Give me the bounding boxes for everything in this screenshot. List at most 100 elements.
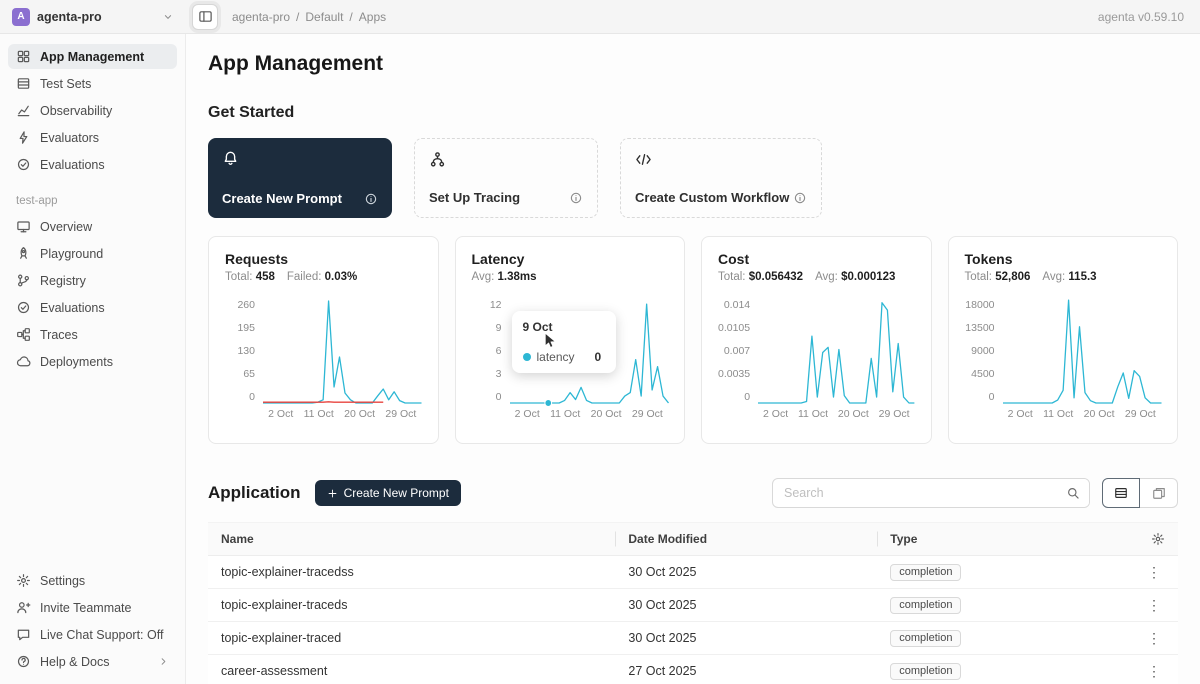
squares-four-icon [16, 49, 31, 64]
kebab-menu-icon[interactable]: ⋮ [1143, 663, 1165, 680]
get-started-card-create-new-prompt[interactable]: Create New Prompt [208, 138, 392, 218]
cost-line-chart [758, 299, 914, 403]
breadcrumb-separator: / [296, 10, 299, 24]
sidebar-app-nav: Overview PlaygroundRegistryEvaluations Tra… [8, 214, 177, 376]
chart-line-icon [16, 103, 31, 118]
workspace-switcher[interactable]: A agenta-pro [0, 0, 186, 33]
app-date-modified: 30 Oct 2025 [615, 631, 877, 645]
sidebar-item-evaluators[interactable]: Evaluators [8, 125, 177, 150]
sidebar-item-label: Overview [40, 220, 92, 234]
sidebar-toggle-button[interactable] [192, 4, 218, 30]
table-row[interactable]: topic-explainer-traced30 Oct 2025complet… [208, 622, 1178, 655]
series-dot-icon [523, 353, 531, 361]
breadcrumb-page[interactable]: Apps [359, 10, 386, 24]
column-header-date-modified[interactable]: Date Modified [615, 532, 877, 546]
sidebar-item-invite-teammate[interactable]: Invite Teammate [8, 595, 177, 620]
search-input[interactable] [773, 479, 1057, 507]
table-row[interactable]: topic-explainer-tracedss30 Oct 2025compl… [208, 556, 1178, 589]
code-icon [635, 151, 807, 168]
sidebar-item-overview[interactable]: Overview [8, 214, 177, 239]
metric-stat: Total: 458 [225, 271, 275, 283]
desktop-icon [16, 219, 31, 234]
sidebar-item-playground[interactable]: Playground [8, 241, 177, 266]
metric-card-tokens: TokensTotal: 52,806Avg: 115.304500900013… [948, 236, 1179, 444]
kebab-menu-icon[interactable]: ⋮ [1143, 564, 1165, 581]
sidebar-item-label: Traces [40, 328, 78, 342]
y-axis-labels: 00.00350.0070.01050.014 [718, 299, 750, 403]
table-rows-icon [16, 76, 31, 91]
y-axis-labels: 0450090001350018000 [965, 299, 995, 403]
sidebar-item-help-docs[interactable]: Help & Docs [8, 649, 177, 674]
metric-title: Requests [225, 251, 422, 267]
info-icon[interactable] [569, 191, 583, 205]
x-axis-labels: 2 Oct11 Oct20 Oct29 Oct [1003, 408, 1162, 420]
sidebar-item-app-management[interactable]: App Management [8, 44, 177, 69]
tracing-icon [429, 151, 583, 168]
badge-check-icon [16, 300, 31, 315]
breadcrumb-workspace[interactable]: agenta-pro [232, 10, 290, 24]
get-started-card-set-up-tracing[interactable]: Set Up Tracing [414, 138, 598, 218]
create-new-prompt-button[interactable]: Create New Prompt [315, 480, 461, 506]
user-plus-icon [16, 600, 31, 615]
kebab-menu-icon[interactable]: ⋮ [1143, 597, 1165, 614]
get-started-card-label: Create Custom Workflow [635, 190, 789, 205]
table-row[interactable]: topic-explainer-traceds30 Oct 2025comple… [208, 589, 1178, 622]
search-button[interactable] [1057, 479, 1089, 507]
get-started-card-label: Set Up Tracing [429, 190, 520, 205]
info-icon[interactable] [364, 192, 378, 206]
column-header-name[interactable]: Name [208, 532, 615, 546]
metric-card-latency: LatencyAvg: 1.38ms0369122 Oct11 Oct20 Oc… [455, 236, 686, 444]
sidebar-footer-nav: Settings Invite Teammate Live Chat Support… [8, 568, 177, 676]
get-started-card-label: Create New Prompt [222, 191, 342, 206]
table-header: Name Date Modified Type [208, 522, 1178, 556]
column-header-type[interactable]: Type [877, 532, 1120, 546]
sidebar-item-live-chat-support-off[interactable]: Live Chat Support: Off [8, 622, 177, 647]
sidebar-item-registry[interactable]: Registry [8, 268, 177, 293]
sidebar-item-deployments[interactable]: Deployments [8, 349, 177, 374]
cards-view-icon [1152, 486, 1166, 500]
git-branch-icon [16, 273, 31, 288]
search-box [772, 478, 1090, 508]
y-axis-labels: 036912 [472, 299, 502, 403]
apps-table: Name Date Modified Type topic-explainer-… [208, 522, 1178, 684]
card-view-button[interactable] [1140, 478, 1178, 508]
app-name: topic-explainer-traceds [208, 598, 615, 612]
breadcrumb: agenta-pro / Default / Apps [232, 10, 386, 24]
get-started-cards: Create New Prompt Set Up Tracing Create Cu… [208, 138, 1178, 218]
sidebar-item-observability[interactable]: Observability [8, 98, 177, 123]
type-badge: completion [890, 663, 961, 680]
plus-icon [327, 488, 338, 499]
sidebar-item-label: Help & Docs [40, 655, 109, 669]
sidebar-item-settings[interactable]: Settings [8, 568, 177, 593]
sidebar-item-evaluations[interactable]: Evaluations [8, 295, 177, 320]
chevron-down-icon [162, 11, 174, 23]
table-settings-gear-icon[interactable] [1151, 532, 1165, 546]
app-root: A agenta-pro agenta-pro / Default / Apps… [0, 0, 1200, 684]
metric-title: Tokens [965, 251, 1162, 267]
rocket-icon [16, 246, 31, 261]
sidebar-item-label: Observability [40, 104, 112, 118]
gear-icon [16, 573, 31, 588]
table-view-button[interactable] [1102, 478, 1140, 508]
cloud-icon [16, 354, 31, 369]
sidebar-item-label: App Management [40, 50, 144, 64]
breadcrumb-separator: / [349, 10, 352, 24]
breadcrumb-project[interactable]: Default [305, 10, 343, 24]
get-started-heading: Get Started [208, 104, 1178, 122]
sidebar-item-label: Invite Teammate [40, 601, 131, 615]
panel-left-icon [198, 9, 213, 24]
kebab-menu-icon[interactable]: ⋮ [1143, 630, 1165, 647]
get-started-card-create-custom-workflow[interactable]: Create Custom Workflow [620, 138, 822, 218]
app-name: topic-explainer-tracedss [208, 565, 615, 579]
info-icon[interactable] [793, 191, 807, 205]
metric-card-requests: RequestsTotal: 458Failed: 0.03%065130195… [208, 236, 439, 444]
metric-stat: Avg: 1.38ms [472, 271, 537, 283]
application-heading: Application [208, 483, 301, 503]
sidebar-item-evaluations[interactable]: Evaluations [8, 152, 177, 177]
table-row[interactable]: career-assessment27 Oct 2025completion⋮ [208, 655, 1178, 684]
sidebar-item-traces[interactable]: Traces [8, 322, 177, 347]
app-name: career-assessment [208, 664, 615, 678]
tokens-line-chart [1003, 299, 1162, 403]
sidebar-item-test-sets[interactable]: Test Sets [8, 71, 177, 96]
type-badge: completion [890, 630, 961, 647]
